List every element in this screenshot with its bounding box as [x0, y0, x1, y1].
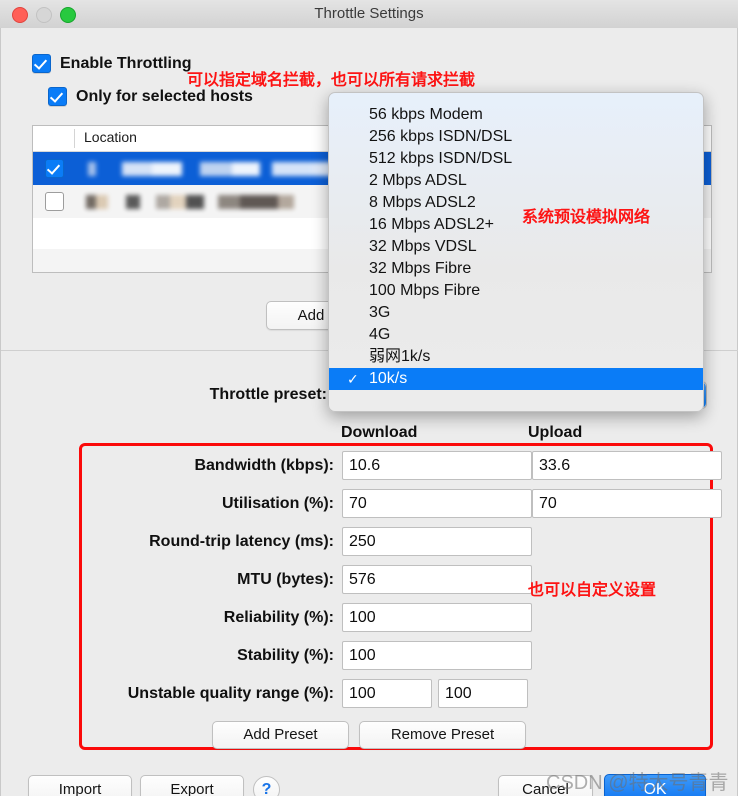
utilisation-download-input[interactable]: 70 [342, 489, 532, 518]
unstable-quality-min-input[interactable]: 100 [342, 679, 432, 708]
enable-throttling-label: Enable Throttling [60, 54, 192, 72]
menu-item-preset[interactable]: 256 kbps ISDN/DSL [329, 126, 703, 148]
menu-item-preset[interactable]: 56 kbps Modem [329, 104, 703, 126]
throttle-preset-dropdown-menu[interactable]: 56 kbps Modem 256 kbps ISDN/DSL 512 kbps… [328, 92, 704, 412]
menu-item-preset[interactable]: 4G [329, 324, 703, 346]
menu-item-preset[interactable]: 512 kbps ISDN/DSL [329, 148, 703, 170]
throttle-settings-dialog: houxiao houxiao houxiao houxiao houxiao … [0, 0, 738, 796]
export-button[interactable]: Export [140, 775, 244, 796]
unstable-quality-range-row: Unstable quality range (%): 100 100 [96, 679, 696, 708]
unstable-quality-max-input[interactable]: 100 [438, 679, 528, 708]
menu-item-label: 10k/s [369, 370, 408, 387]
ok-button[interactable]: OK [604, 774, 706, 796]
bandwidth-label: Bandwidth (kbps): [194, 457, 334, 474]
menu-item-preset[interactable]: 弱网1k/s [329, 346, 703, 368]
utilisation-upload-input[interactable]: 70 [532, 489, 722, 518]
enable-throttling-row[interactable]: Enable Throttling [32, 54, 192, 73]
stability-row: Stability (%): 100 [96, 641, 696, 670]
annotation-system-presets: 系统预设模拟网络 [522, 209, 651, 226]
round-trip-latency-label: Round-trip latency (ms): [149, 533, 334, 550]
window-title: Throttle Settings [314, 5, 424, 22]
reliability-row: Reliability (%): 100 [96, 603, 696, 632]
remove-preset-button[interactable]: Remove Preset [359, 721, 526, 749]
round-trip-latency-row: Round-trip latency (ms): 250 [96, 527, 696, 556]
annotation-custom-settings: 也可以自定义设置 [528, 582, 657, 599]
bandwidth-download-input[interactable]: 10.6 [342, 451, 532, 480]
throttle-preset-label: Throttle preset: [209, 386, 327, 403]
menu-item-preset[interactable]: 2 Mbps ADSL [329, 170, 703, 192]
reliability-input[interactable]: 100 [342, 603, 532, 632]
enable-throttling-checkbox[interactable] [32, 54, 51, 73]
utilisation-row: Utilisation (%): 70 70 [96, 489, 722, 518]
unstable-quality-range-label: Unstable quality range (%): [127, 685, 334, 702]
dialog-body: Enable Throttling Only for selected host… [0, 28, 738, 796]
cancel-button[interactable]: Cancel [498, 775, 593, 796]
annotation-domain-intercept: 可以指定域名拦截，也可以所有请求拦截 [187, 72, 476, 89]
download-column-header: Download [341, 424, 418, 441]
bandwidth-row: Bandwidth (kbps): 10.6 33.6 [96, 451, 722, 480]
only-selected-hosts-checkbox[interactable] [48, 87, 67, 106]
import-button[interactable]: Import [28, 775, 132, 796]
add-preset-button[interactable]: Add Preset [212, 721, 349, 749]
menu-item-preset[interactable]: 100 Mbps Fibre [329, 280, 703, 302]
menu-item-preset[interactable]: 3G [329, 302, 703, 324]
reliability-label: Reliability (%): [223, 609, 334, 626]
checkmark-icon: ✓ [347, 371, 359, 387]
stability-input[interactable]: 100 [342, 641, 532, 670]
menu-item-preset[interactable]: 32 Mbps VDSL [329, 236, 703, 258]
location-column-header: Location [84, 129, 137, 145]
window-titlebar: Throttle Settings [0, 0, 738, 29]
only-selected-hosts-label: Only for selected hosts [76, 87, 253, 105]
utilisation-label: Utilisation (%): [222, 495, 334, 512]
header-divider [74, 129, 75, 148]
mtu-label: MTU (bytes): [237, 571, 334, 588]
help-icon[interactable]: ? [253, 776, 280, 796]
row-checkbox[interactable] [45, 192, 64, 211]
menu-item-preset-selected[interactable]: ✓ 10k/s [329, 368, 703, 390]
bandwidth-upload-input[interactable]: 33.6 [532, 451, 722, 480]
mtu-input[interactable]: 576 [342, 565, 532, 594]
stability-label: Stability (%): [237, 647, 334, 664]
upload-column-header: Upload [528, 424, 583, 441]
menu-item-preset[interactable]: 32 Mbps Fibre [329, 258, 703, 280]
row-checkbox[interactable] [45, 159, 64, 178]
round-trip-latency-input[interactable]: 250 [342, 527, 532, 556]
